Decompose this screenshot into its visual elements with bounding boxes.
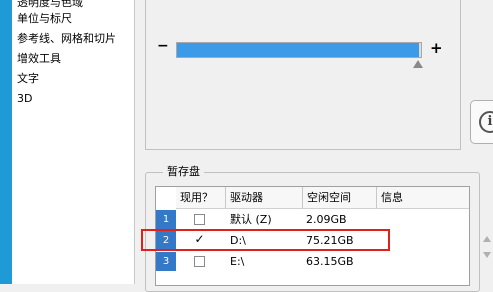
active-checkbox[interactable]: [194, 214, 205, 225]
row-index: 1: [156, 210, 176, 229]
nav-item-guides[interactable]: 参考线、网格和切片: [17, 29, 116, 49]
info-button[interactable]: i: [470, 100, 493, 144]
column-header-active[interactable]: 现用？: [176, 187, 226, 209]
free-space: 63.15GB: [306, 255, 354, 268]
info-icon: i: [479, 111, 493, 133]
increase-button[interactable]: +: [430, 39, 443, 57]
column-header-drive[interactable]: 驱动器: [226, 187, 303, 209]
table-row[interactable]: 3 E:\ 63.15GB: [156, 252, 469, 272]
row-index: 3: [156, 252, 176, 271]
memory-slider-track[interactable]: [176, 42, 422, 58]
drive-name: E:\: [230, 255, 245, 268]
column-header-info[interactable]: 信息: [377, 187, 469, 209]
column-header-free-space[interactable]: 空闲空间: [303, 187, 377, 209]
nav-item-plugins[interactable]: 增效工具: [17, 49, 61, 69]
free-space: 2.09GB: [306, 213, 347, 226]
preferences-nav: 透明度与色域 单位与标尺 参考线、网格和切片 增效工具 文字 3D: [12, 0, 135, 284]
scratch-disks-title: 暂存盘: [163, 165, 204, 179]
memory-usage-panel: [145, 0, 461, 150]
drive-name: 默认 (Z): [230, 213, 272, 226]
nav-item-3d[interactable]: 3D: [17, 89, 32, 109]
nav-item-units[interactable]: 单位与标尺: [17, 9, 72, 29]
nav-item-type[interactable]: 文字: [17, 69, 39, 89]
selected-row-highlight: [141, 229, 390, 251]
active-checkbox[interactable]: [194, 256, 205, 267]
decrease-button[interactable]: −: [157, 38, 169, 54]
memory-slider-fill: [177, 43, 419, 57]
left-accent-strip: [0, 0, 12, 284]
scroll-up-icon[interactable]: [483, 236, 491, 242]
table-row[interactable]: 1 默认 (Z) 2.09GB: [156, 210, 469, 230]
slider-thumb-icon[interactable]: [413, 60, 423, 68]
scroll-down-icon[interactable]: [483, 252, 491, 258]
